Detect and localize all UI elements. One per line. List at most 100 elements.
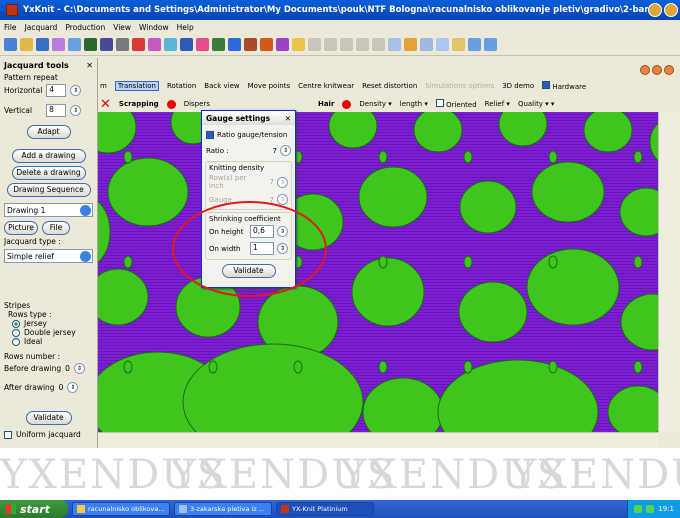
- ratio-gauge-row[interactable]: Ratio gauge/tension: [202, 125, 295, 142]
- checkbox-checked-icon[interactable]: [206, 131, 214, 139]
- tab-move-points[interactable]: Move points: [248, 82, 291, 90]
- dropdown-icon[interactable]: [80, 250, 91, 262]
- jacquard-type-select[interactable]: Simple relief: [4, 249, 93, 263]
- close-icon[interactable]: ✕: [285, 114, 291, 123]
- tab-back-view[interactable]: Back view: [204, 82, 239, 90]
- hardware-toggle[interactable]: Hardware: [542, 81, 586, 91]
- length-dropdown[interactable]: length ▾: [400, 100, 428, 108]
- new-file-icon[interactable]: [4, 38, 17, 51]
- uniform-jacquard-row[interactable]: Uniform jacquard: [0, 428, 97, 441]
- on-height-field[interactable]: 0,6: [250, 225, 274, 238]
- knit-icon[interactable]: [196, 38, 209, 51]
- table-icon[interactable]: [244, 38, 257, 51]
- lens-icon[interactable]: [164, 38, 177, 51]
- chart-icon[interactable]: [228, 38, 241, 51]
- vertical-field[interactable]: 8: [46, 104, 67, 117]
- remove-icon[interactable]: ✕: [100, 97, 111, 112]
- help-icon[interactable]: [292, 38, 305, 51]
- scrapping-label[interactable]: Scrapping: [119, 100, 159, 108]
- add-drawing-button[interactable]: Add a drawing: [11, 149, 86, 163]
- window-icon[interactable]: [436, 38, 449, 51]
- menu-help[interactable]: Help: [177, 23, 194, 32]
- restore-icon[interactable]: [652, 65, 662, 75]
- tab-3d-demo[interactable]: 3D demo: [502, 82, 534, 90]
- zoom-icon[interactable]: [404, 38, 417, 51]
- spin-icon[interactable]: ⇕: [280, 145, 291, 156]
- task-button[interactable]: racunalnisko oblikova...: [72, 502, 170, 516]
- hair-label[interactable]: Hair: [318, 100, 334, 108]
- network-icon[interactable]: [634, 505, 643, 513]
- stitch-icon[interactable]: [260, 38, 273, 51]
- radio-checked-icon[interactable]: [12, 319, 20, 328]
- spin-icon[interactable]: ⇕: [70, 105, 82, 116]
- drawing-sequence-button[interactable]: Drawing Sequence: [6, 183, 91, 197]
- spin-icon[interactable]: ⇕: [70, 85, 82, 96]
- select-icon[interactable]: [388, 38, 401, 51]
- yarn-icon[interactable]: [212, 38, 225, 51]
- density-dropdown[interactable]: Density ▾: [359, 100, 391, 108]
- grid-icon[interactable]: [84, 38, 97, 51]
- maximize-icon[interactable]: [664, 3, 678, 17]
- picture-button[interactable]: Picture: [4, 221, 38, 235]
- close-icon[interactable]: ✕: [86, 61, 93, 70]
- minimize-icon[interactable]: [648, 3, 662, 17]
- horizontal-field[interactable]: 4: [46, 84, 67, 97]
- horizontal-scrollbar[interactable]: [98, 432, 658, 448]
- close-icon[interactable]: [664, 65, 674, 75]
- rows-type-double-jersey[interactable]: Double jersey: [0, 328, 97, 337]
- quality-dropdown[interactable]: Quality ▾ ▾: [518, 100, 555, 108]
- tab-centre-knitwear[interactable]: Centre knitwear: [298, 82, 354, 90]
- scrapping-dot-icon[interactable]: [166, 99, 176, 109]
- save-icon[interactable]: [36, 38, 49, 51]
- after-drawing-field[interactable]: 0: [59, 383, 64, 392]
- pen-icon[interactable]: [276, 38, 289, 51]
- oriented-toggle[interactable]: Oriented: [435, 99, 477, 109]
- layout-icon[interactable]: [100, 38, 113, 51]
- delete-drawing-button[interactable]: Delete a drawing: [11, 166, 86, 180]
- palette-icon[interactable]: [452, 38, 465, 51]
- volume-icon[interactable]: [646, 505, 655, 513]
- adapt-button[interactable]: Adapt: [26, 125, 71, 139]
- tab-rotation[interactable]: Rotation: [167, 82, 196, 90]
- cut-icon[interactable]: [116, 38, 129, 51]
- knit-canvas[interactable]: [98, 112, 658, 432]
- open-file-icon[interactable]: [20, 38, 33, 51]
- tab-reset-distortion[interactable]: Reset distortion: [362, 82, 417, 90]
- spin-icon[interactable]: ⇕: [277, 243, 288, 254]
- start-button[interactable]: start: [0, 500, 68, 518]
- spin-icon[interactable]: ⇕: [67, 382, 79, 393]
- stripes-validate-button[interactable]: Validate: [25, 411, 72, 425]
- file-button[interactable]: File: [42, 221, 70, 235]
- task-button-active[interactable]: YX-Knit Platinium: [276, 502, 374, 516]
- spin-icon[interactable]: ⇕: [73, 363, 85, 374]
- print-icon[interactable]: [52, 38, 65, 51]
- save-as-icon[interactable]: [180, 38, 193, 51]
- radio-icon[interactable]: [12, 328, 20, 337]
- preview-icon[interactable]: [68, 38, 81, 51]
- cascade-icon[interactable]: [484, 38, 497, 51]
- tile-icon[interactable]: [468, 38, 481, 51]
- checkbox-checked-icon[interactable]: [542, 81, 551, 89]
- ratio-field[interactable]: 7: [273, 147, 277, 155]
- dropdown-icon[interactable]: [80, 204, 91, 216]
- hair-dot-icon[interactable]: [342, 99, 352, 109]
- drawing-select[interactable]: Drawing 1: [4, 203, 93, 217]
- minimize-icon[interactable]: [640, 65, 650, 75]
- checkbox-icon[interactable]: [4, 430, 12, 439]
- validate-button[interactable]: Validate: [221, 264, 276, 278]
- vertical-scrollbar[interactable]: [658, 112, 680, 432]
- checkbox-icon[interactable]: [435, 99, 444, 107]
- task-button[interactable]: 3-zakarska pletiva iz ...: [174, 502, 272, 516]
- rows-type-ideal[interactable]: Ideal: [0, 337, 97, 346]
- relief-dropdown[interactable]: Relief ▾: [485, 100, 510, 108]
- radio-icon[interactable]: [12, 337, 20, 346]
- menu-jacquard[interactable]: Jacquard: [25, 23, 58, 32]
- menu-window[interactable]: Window: [139, 23, 169, 32]
- menu-view[interactable]: View: [113, 23, 131, 32]
- tab-translation[interactable]: Translation: [114, 81, 159, 91]
- spin-icon[interactable]: ⇕: [277, 226, 288, 237]
- view-icon[interactable]: [420, 38, 433, 51]
- on-width-field[interactable]: 1: [250, 242, 274, 255]
- rows-type-jersey[interactable]: Jersey: [0, 319, 97, 328]
- color-icon[interactable]: [132, 38, 145, 51]
